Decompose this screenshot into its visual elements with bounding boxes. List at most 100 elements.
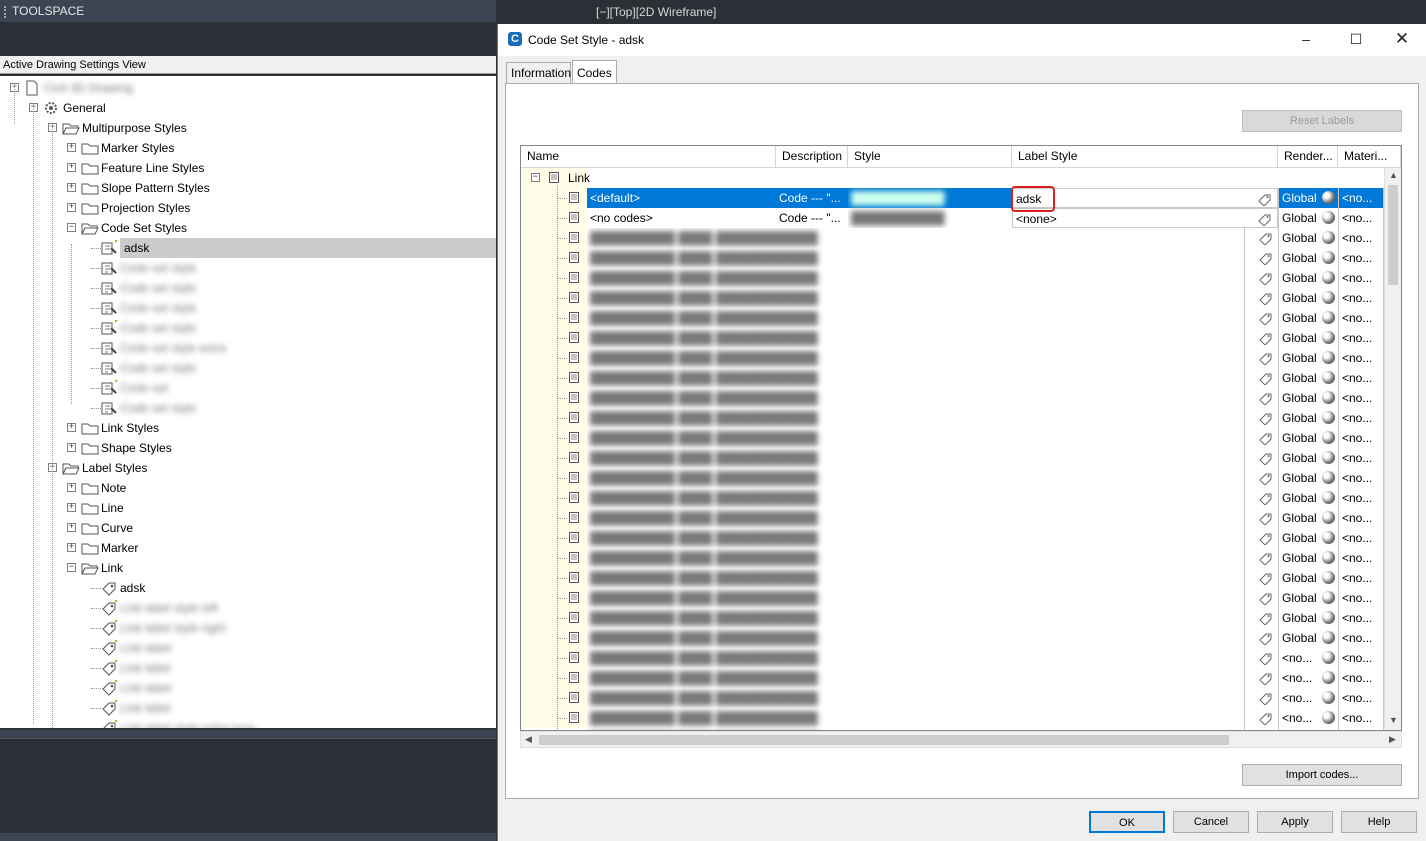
- label-style-cell[interactable]: [1244, 248, 1278, 268]
- material-cell[interactable]: <no...: [1338, 428, 1384, 448]
- code-row[interactable]: ██████████ ████ ████████████ Global <no...: [521, 528, 1384, 548]
- scroll-right-icon[interactable]: ▶: [1389, 734, 1396, 745]
- tree-item[interactable]: + Feature Line Styles: [0, 158, 496, 178]
- material-cell[interactable]: <no...: [1338, 448, 1384, 468]
- code-row[interactable]: ██████████ ████ ████████████ Global <no...: [521, 608, 1384, 628]
- material-cell[interactable]: <no...: [1338, 328, 1384, 348]
- tab-information[interactable]: Information: [506, 62, 571, 84]
- tree-item[interactable]: Link label style left: [0, 598, 496, 618]
- code-row[interactable]: ██████████ ████ ████████████ <no... <no...: [521, 668, 1384, 688]
- tree-item[interactable]: Link label style extra long: [0, 718, 496, 728]
- close-button[interactable]: ✕: [1379, 24, 1425, 56]
- label-style-picker-icon[interactable]: [1259, 331, 1272, 346]
- label-style-cell[interactable]: [1244, 708, 1278, 728]
- render-material-picker-icon[interactable]: [1322, 531, 1335, 544]
- render-material-picker-icon[interactable]: [1322, 351, 1335, 364]
- code-row[interactable]: ██████████ ████ ████████████ Global <no...: [521, 348, 1384, 368]
- label-style-cell[interactable]: [1244, 268, 1278, 288]
- label-style-cell[interactable]: [1244, 668, 1278, 688]
- col-header-material[interactable]: Materi...: [1338, 146, 1401, 168]
- code-row[interactable]: ██████████ ████ ████████████ Global <no...: [521, 288, 1384, 308]
- material-cell[interactable]: <no...: [1338, 348, 1384, 368]
- label-style-cell[interactable]: [1244, 328, 1278, 348]
- label-style-picker-icon[interactable]: [1259, 691, 1272, 706]
- code-row[interactable]: ██████████ ████ ████████████ Global <no...: [521, 368, 1384, 388]
- material-cell[interactable]: <no...: [1338, 588, 1384, 608]
- expand-icon[interactable]: +: [67, 483, 76, 492]
- label-style-picker-icon[interactable]: [1259, 471, 1272, 486]
- material-cell[interactable]: <no...: [1338, 208, 1384, 228]
- label-style-picker-icon[interactable]: [1259, 591, 1272, 606]
- code-row[interactable]: ██████████ ████ ████████████ Global <no...: [521, 548, 1384, 568]
- material-cell[interactable]: <no...: [1338, 608, 1384, 628]
- code-row[interactable]: ██████████ ████ ████████████ <no... <no...: [521, 708, 1384, 728]
- render-material-picker-icon[interactable]: [1322, 191, 1335, 204]
- render-material-picker-icon[interactable]: [1322, 611, 1335, 624]
- code-row[interactable]: ██████████ ████ ████████████ Global <no...: [521, 248, 1384, 268]
- label-style-picker-icon[interactable]: [1259, 351, 1272, 366]
- tree-item[interactable]: − Civil 3D Drawing: [0, 78, 496, 98]
- material-cell[interactable]: <no...: [1338, 468, 1384, 488]
- label-style-picker-icon[interactable]: [1259, 631, 1272, 646]
- codes-grid[interactable]: Name Description Style Label Style Rende…: [520, 145, 1402, 731]
- material-cell[interactable]: <no...: [1338, 528, 1384, 548]
- code-name-cell[interactable]: <default>: [587, 188, 776, 208]
- label-style-picker-icon[interactable]: [1259, 651, 1272, 666]
- label-style-cell[interactable]: [1244, 528, 1278, 548]
- toolspace-titlebar[interactable]: TOOLSPACE: [0, 0, 496, 22]
- render-material-cell[interactable]: Global: [1278, 488, 1338, 508]
- help-button[interactable]: Help: [1341, 811, 1417, 833]
- scroll-up-icon[interactable]: ▲: [1389, 170, 1398, 180]
- material-cell[interactable]: <no...: [1338, 648, 1384, 668]
- render-material-cell[interactable]: Global: [1278, 268, 1338, 288]
- render-material-picker-icon[interactable]: [1322, 211, 1335, 224]
- render-material-picker-icon[interactable]: [1322, 631, 1335, 644]
- render-material-cell[interactable]: <no...: [1278, 688, 1338, 708]
- collapse-icon[interactable]: −: [67, 563, 76, 572]
- tree-item[interactable]: Code set style: [0, 318, 496, 338]
- col-header-name[interactable]: Name: [521, 146, 776, 168]
- render-material-cell[interactable]: <no...: [1278, 668, 1338, 688]
- tree-item[interactable]: Link label: [0, 698, 496, 718]
- material-cell[interactable]: <no...: [1338, 548, 1384, 568]
- label-style-cell[interactable]: [1244, 448, 1278, 468]
- render-material-picker-icon[interactable]: [1322, 491, 1335, 504]
- tree-item[interactable]: Code set style: [0, 398, 496, 418]
- expand-icon[interactable]: +: [67, 543, 76, 552]
- tree-item[interactable]: + Marker Styles: [0, 138, 496, 158]
- code-row[interactable]: ██████████ ████ ████████████ Global <no...: [521, 428, 1384, 448]
- col-header-render[interactable]: Render...: [1278, 146, 1338, 168]
- expand-icon[interactable]: +: [67, 183, 76, 192]
- code-style-cell[interactable]: ███████████: [848, 188, 1012, 208]
- render-material-picker-icon[interactable]: [1322, 271, 1335, 284]
- label-style-picker-icon[interactable]: [1259, 271, 1272, 286]
- label-style-picker-icon[interactable]: [1259, 491, 1272, 506]
- render-material-picker-icon[interactable]: [1322, 451, 1335, 464]
- code-row[interactable]: ██████████ ████ ████████████ Global <no...: [521, 388, 1384, 408]
- settings-tree[interactable]: − Civil 3D Drawing − General − Multipurpose S…: [0, 76, 496, 728]
- tree-item[interactable]: adsk: [0, 238, 496, 258]
- tree-item[interactable]: + Link Styles: [0, 418, 496, 438]
- apply-button[interactable]: Apply: [1257, 811, 1333, 833]
- label-style-picker-icon[interactable]: [1259, 431, 1272, 446]
- label-style-picker-icon[interactable]: [1259, 671, 1272, 686]
- expand-icon[interactable]: +: [67, 523, 76, 532]
- render-material-picker-icon[interactable]: [1322, 231, 1335, 244]
- label-style-picker-icon[interactable]: [1259, 551, 1272, 566]
- label-style-picker-icon[interactable]: [1259, 391, 1272, 406]
- tree-item[interactable]: − Multipurpose Styles: [0, 118, 496, 138]
- code-row[interactable]: ██████████ ████ ████████████ Global <no...: [521, 448, 1384, 468]
- expand-icon[interactable]: +: [67, 203, 76, 212]
- label-style-picker-icon[interactable]: [1259, 291, 1272, 306]
- material-cell[interactable]: <no...: [1338, 688, 1384, 708]
- material-cell[interactable]: <no...: [1338, 248, 1384, 268]
- material-cell[interactable]: <no...: [1338, 188, 1384, 208]
- code-row[interactable]: ██████████ ████ ████████████ Global <no...: [521, 408, 1384, 428]
- collapse-icon[interactable]: −: [67, 223, 76, 232]
- render-material-cell[interactable]: Global: [1278, 548, 1338, 568]
- tree-item[interactable]: + Line: [0, 498, 496, 518]
- expand-icon[interactable]: +: [67, 423, 76, 432]
- label-style-cell[interactable]: [1244, 288, 1278, 308]
- render-material-cell[interactable]: Global: [1278, 448, 1338, 468]
- render-material-cell[interactable]: Global: [1278, 528, 1338, 548]
